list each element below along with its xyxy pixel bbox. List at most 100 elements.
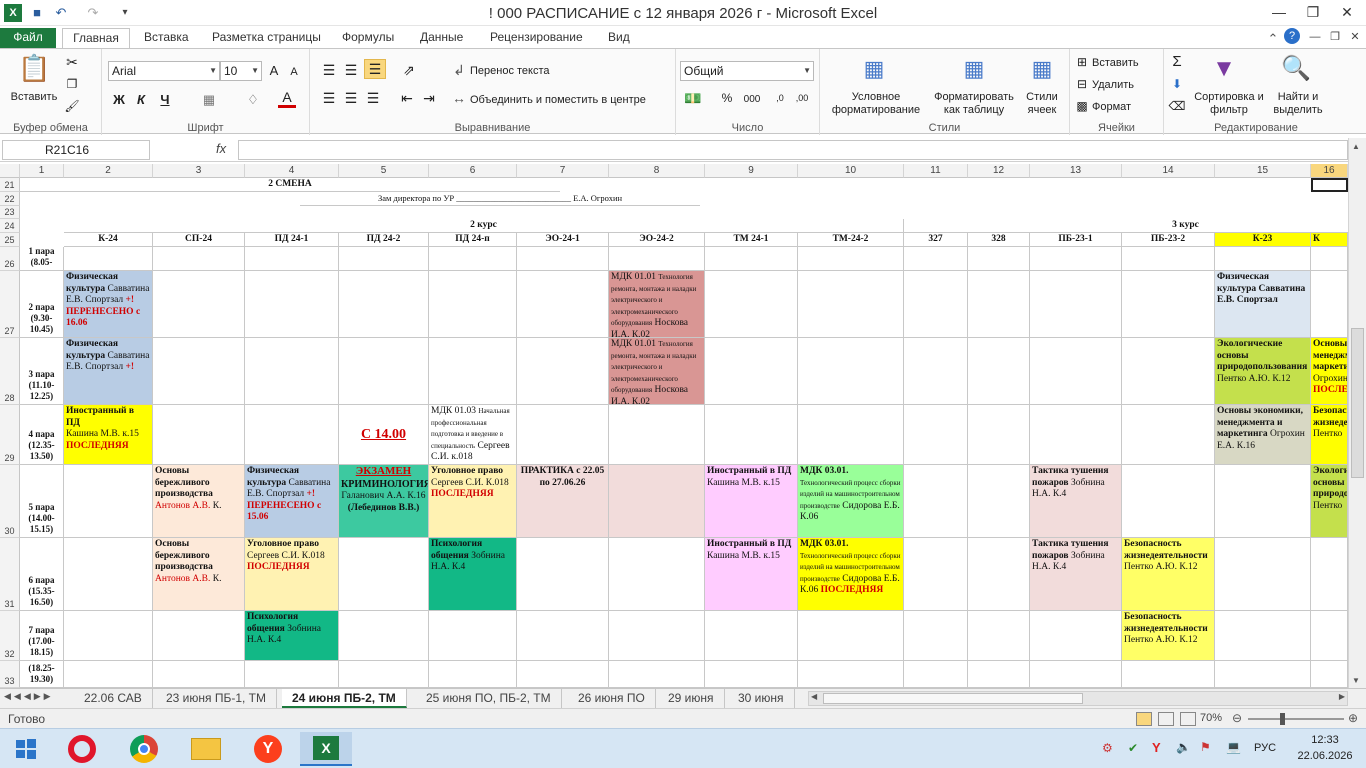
underline-button[interactable]: Ч bbox=[156, 91, 174, 109]
column-header[interactable]: 8 bbox=[609, 164, 705, 178]
number-format-select[interactable]: Общий ▼ bbox=[680, 61, 814, 81]
scroll-right-icon[interactable]: ▶ bbox=[1339, 692, 1345, 701]
sheet-tab[interactable]: 22.06 САВ bbox=[74, 689, 153, 708]
opera-icon[interactable] bbox=[56, 732, 108, 766]
schedule-cell[interactable]: Основы менеджмента маркетинга Огрохин ПО… bbox=[1311, 338, 1348, 405]
empty-cell[interactable] bbox=[798, 405, 904, 465]
format-painter-icon[interactable]: 🖌 bbox=[64, 97, 80, 115]
schedule-cell[interactable]: Безопасность жизнедеятельности Пентко А.… bbox=[1122, 611, 1215, 661]
decrease-decimal-icon[interactable]: ,00 bbox=[792, 89, 812, 107]
group-header[interactable]: 328 bbox=[968, 233, 1030, 247]
group-header[interactable]: ЭО-24-1 bbox=[517, 233, 609, 247]
empty-cell[interactable] bbox=[1030, 611, 1122, 661]
empty-cell[interactable] bbox=[705, 611, 798, 661]
empty-cell[interactable] bbox=[904, 247, 968, 271]
empty-cell[interactable] bbox=[904, 538, 968, 611]
format-table-icon[interactable]: ▦ bbox=[958, 53, 990, 85]
yandex-browser-icon[interactable]: Y bbox=[242, 732, 294, 766]
empty-cell[interactable] bbox=[1311, 661, 1348, 688]
empty-cell[interactable] bbox=[1030, 338, 1122, 405]
empty-cell[interactable] bbox=[705, 247, 798, 271]
empty-cell[interactable] bbox=[904, 611, 968, 661]
empty-cell[interactable] bbox=[339, 611, 429, 661]
schedule-cell[interactable]: Тактика тушения пожаров Зобнина Н.А. К.4 bbox=[1030, 465, 1122, 538]
row-header[interactable]: 33 bbox=[0, 661, 20, 688]
empty-cell[interactable] bbox=[968, 338, 1030, 405]
pair-time[interactable]: 5 пара (14.00-15.15) bbox=[20, 465, 64, 538]
group-header[interactable]: ЭО-24-2 bbox=[609, 233, 705, 247]
scroll-down-icon[interactable]: ▼ bbox=[1352, 676, 1360, 685]
doc-minimize-icon[interactable]: — bbox=[1306, 28, 1324, 46]
column-header[interactable]: 4 bbox=[245, 164, 339, 178]
pair-time[interactable]: 4 пара (12.35-13.50) bbox=[20, 405, 64, 465]
empty-cell[interactable] bbox=[705, 338, 798, 405]
language-indicator[interactable]: РУС bbox=[1254, 742, 1276, 754]
scroll-thumb[interactable] bbox=[1351, 328, 1364, 478]
sheet-tab[interactable]: 26 июня ПО bbox=[568, 689, 656, 708]
schedule-cell[interactable]: Иностранный в ПД Кашина М.В. к.15 bbox=[705, 465, 798, 538]
empty-cell[interactable] bbox=[1030, 271, 1122, 338]
wrap-text-button[interactable]: Перенос текста bbox=[470, 65, 550, 78]
orientation-icon[interactable]: ⇗ bbox=[398, 61, 420, 79]
empty-cell[interactable] bbox=[517, 247, 609, 271]
schedule-cell[interactable]: Психология общения Зобнина Н.А. К.4 bbox=[245, 611, 339, 661]
group-header[interactable]: ТМ-24-2 bbox=[798, 233, 904, 247]
empty-cell[interactable] bbox=[1122, 338, 1215, 405]
schedule-cell[interactable]: Уголовное право Сергеев С.И. К.018 ПОСЛЕ… bbox=[245, 538, 339, 611]
yandex-tray-icon[interactable]: Y bbox=[1152, 740, 1161, 755]
page-break-view-icon[interactable] bbox=[1180, 712, 1196, 726]
empty-cell[interactable] bbox=[609, 465, 705, 538]
conditional-format-button[interactable]: Условное форматирование bbox=[822, 91, 930, 117]
empty-cell[interactable] bbox=[968, 538, 1030, 611]
group-header[interactable]: ПД 24-1 bbox=[245, 233, 339, 247]
empty-cell[interactable] bbox=[153, 338, 245, 405]
align-left-icon[interactable]: ☰ bbox=[320, 89, 338, 107]
sheet-tab-active[interactable]: 24 июня ПБ-2, ТМ bbox=[282, 689, 407, 708]
font-size-select[interactable]: 10 ▼ bbox=[220, 61, 262, 81]
shift-title[interactable]: 2 СМЕНА bbox=[20, 178, 560, 192]
empty-cell[interactable] bbox=[339, 338, 429, 405]
empty-cell[interactable] bbox=[1122, 465, 1215, 538]
cut-icon[interactable]: ✂ bbox=[64, 53, 80, 71]
empty-cell[interactable] bbox=[339, 538, 429, 611]
empty-cell[interactable] bbox=[339, 661, 429, 688]
empty-cell[interactable] bbox=[609, 538, 705, 611]
schedule-cell[interactable]: МДК 01.01 Технология ремонта, монтажа и … bbox=[609, 338, 705, 405]
empty-cell[interactable] bbox=[517, 661, 609, 688]
row-header[interactable]: 28 bbox=[0, 338, 20, 405]
tab-insert[interactable]: Вставка bbox=[138, 28, 195, 48]
clock-date[interactable]: 22.06.2026 bbox=[1290, 750, 1360, 762]
empty-cell[interactable] bbox=[1030, 661, 1122, 688]
empty-cell[interactable] bbox=[1215, 247, 1311, 271]
empty-cell[interactable] bbox=[609, 661, 705, 688]
empty-cell[interactable] bbox=[904, 338, 968, 405]
column-header[interactable]: 15 bbox=[1215, 164, 1311, 178]
empty-cell[interactable] bbox=[705, 661, 798, 688]
minimize-icon[interactable]: — bbox=[1262, 0, 1296, 24]
empty-cell[interactable] bbox=[429, 247, 517, 271]
group-header[interactable]: К-24 bbox=[64, 233, 153, 247]
bold-button[interactable]: Ж bbox=[110, 91, 128, 109]
tab-page-layout[interactable]: Разметка страницы bbox=[206, 28, 327, 48]
thousands-icon[interactable]: 000 bbox=[738, 91, 766, 109]
schedule-cell[interactable]: Безопасность жизнедеятельности Пентко bbox=[1311, 405, 1348, 465]
empty-cell[interactable] bbox=[968, 465, 1030, 538]
empty-cell[interactable] bbox=[1122, 247, 1215, 271]
paste-button[interactable]: Вставить bbox=[6, 91, 62, 104]
find-select-button[interactable]: Найти и выделить bbox=[1268, 91, 1328, 117]
pair-time[interactable]: 1 пара (8.05- bbox=[20, 247, 64, 271]
schedule-cell[interactable]: Физическая культура Савватина Е.В. Спорт… bbox=[64, 271, 153, 338]
copy-icon[interactable]: ❐ bbox=[64, 75, 80, 93]
empty-cell[interactable] bbox=[968, 405, 1030, 465]
schedule-cell[interactable]: Основы бережливого производства Антонов А… bbox=[153, 538, 245, 611]
page-layout-view-icon[interactable] bbox=[1158, 712, 1174, 726]
empty-cell[interactable] bbox=[517, 338, 609, 405]
schedule-cell[interactable]: Основы бережливого производства Антонов А… bbox=[153, 465, 245, 538]
empty-cell[interactable] bbox=[153, 271, 245, 338]
tab-view[interactable]: Вид bbox=[602, 28, 636, 48]
empty-cell[interactable] bbox=[705, 405, 798, 465]
italic-button[interactable]: К bbox=[132, 91, 150, 109]
flag-tray-icon[interactable]: ⚑ bbox=[1200, 740, 1211, 754]
schedule-cell[interactable]: Психология общения Зобнина Н.А. К.4 bbox=[429, 538, 517, 611]
empty-cell[interactable] bbox=[1311, 271, 1348, 338]
